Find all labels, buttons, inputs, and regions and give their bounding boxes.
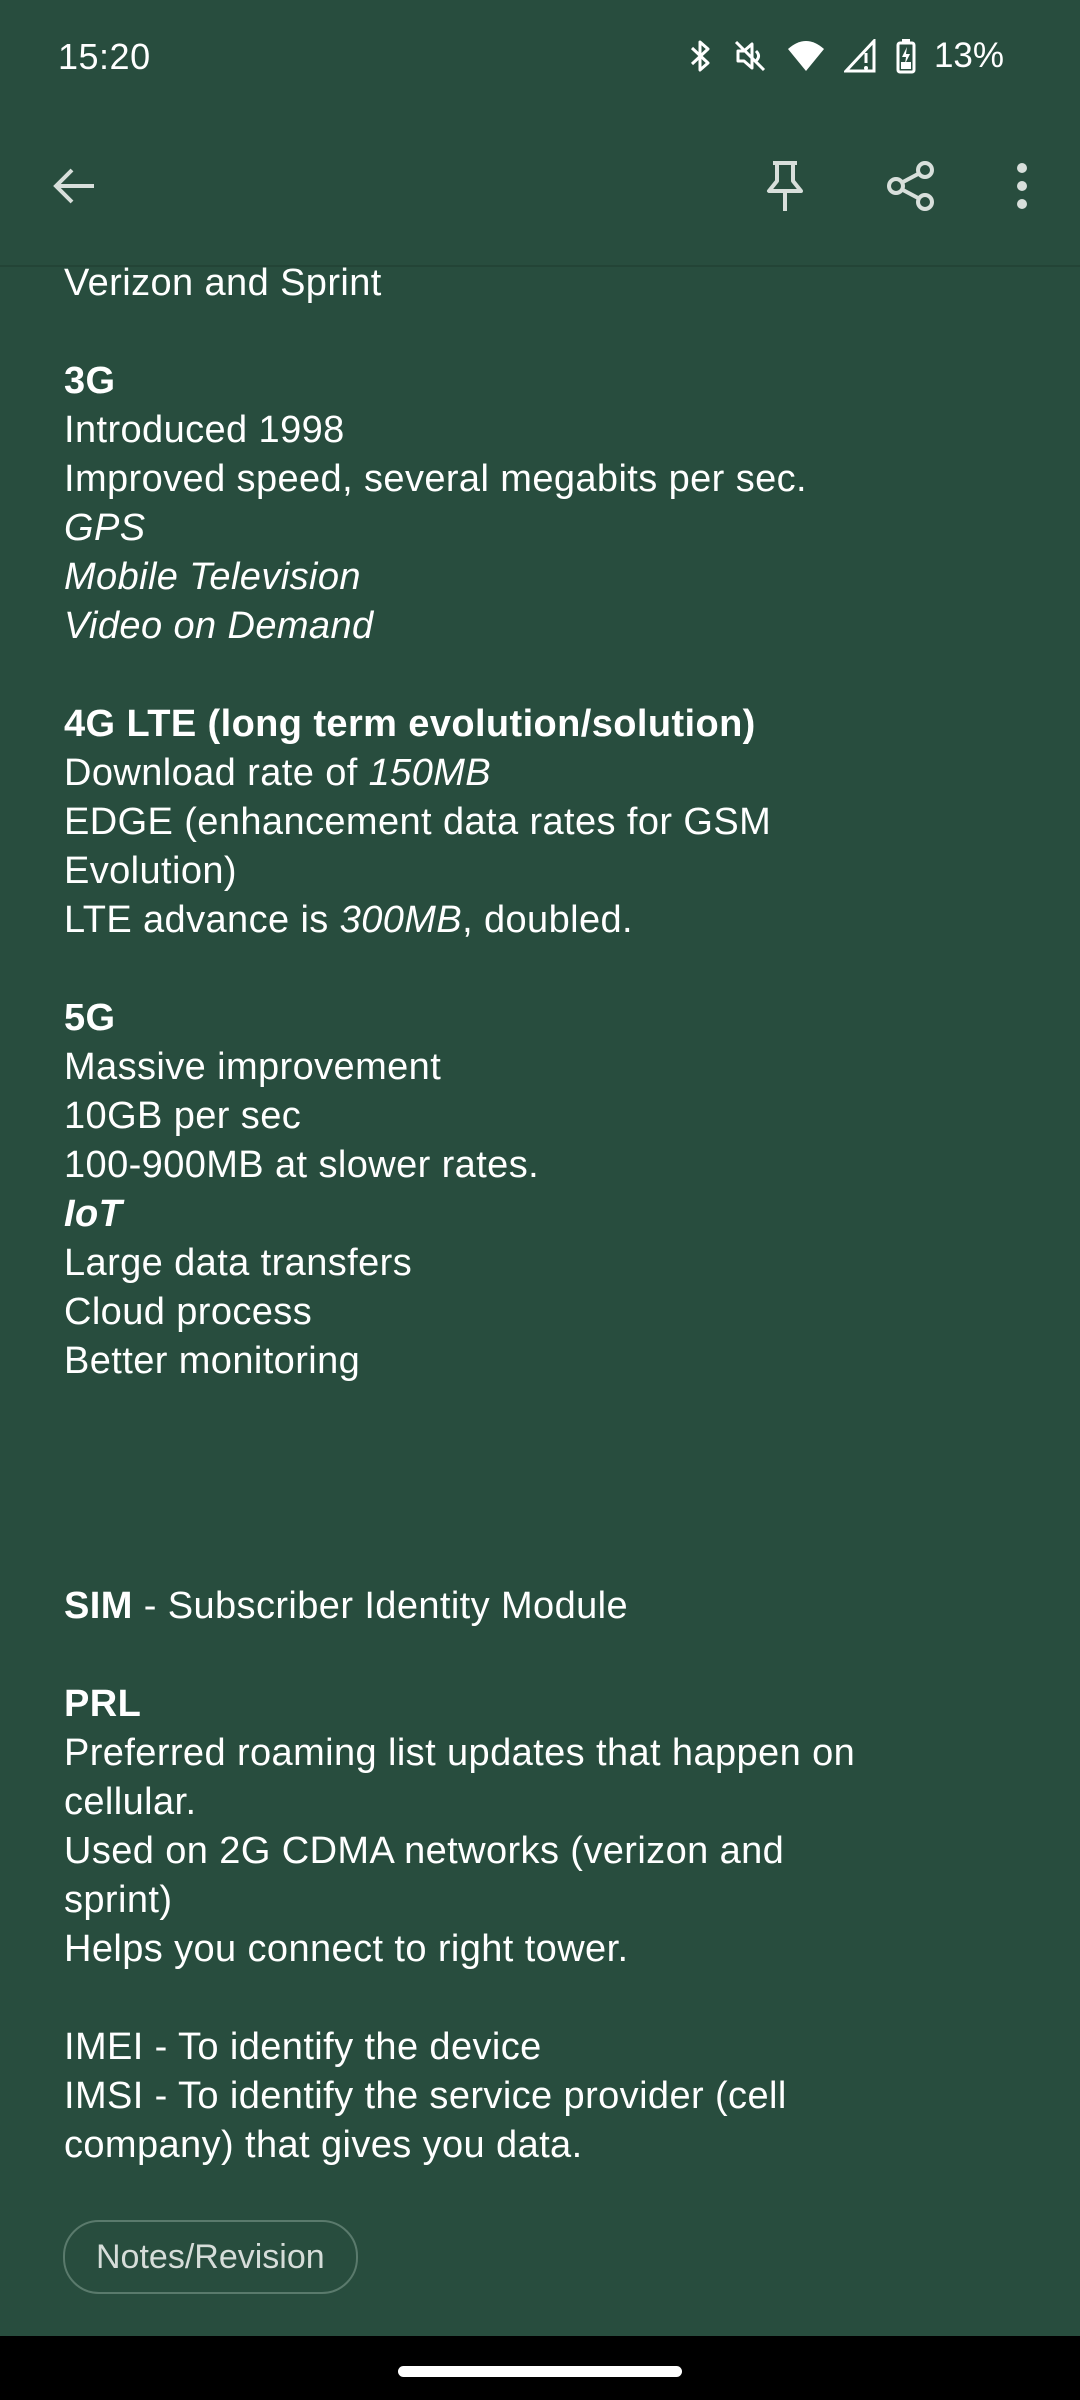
bluetooth-icon: [686, 38, 714, 74]
note-line: Better monitoring: [64, 1340, 361, 1382]
note-text-italic: 150MB: [368, 752, 492, 794]
note-text-italic: 300MB: [339, 899, 463, 941]
note-line: GPS: [64, 507, 146, 549]
note-heading-prl: PRL: [64, 1683, 142, 1725]
note-line: Improved speed, several megabits per sec…: [64, 458, 807, 500]
note-line: Used on 2G CDMA networks (verizon and: [64, 1830, 785, 1872]
note-line: company) that gives you data.: [64, 2124, 583, 2166]
note-line: Verizon and Sprint: [64, 262, 382, 304]
note-line: cellular.: [64, 1781, 197, 1823]
status-icons: 13%: [686, 34, 1004, 78]
note-text: Download rate of: [64, 752, 369, 794]
note-line: 10GB per sec: [64, 1095, 302, 1137]
note-line: IMEI - To identify the device: [64, 2026, 542, 2068]
note-line: Preferred roaming list updates that happ…: [64, 1732, 856, 1774]
note-line: 100-900MB at slower rates.: [64, 1144, 540, 1186]
note-line: Large data transfers: [64, 1242, 413, 1284]
note-line: Download rate of 150MB: [64, 749, 1024, 798]
toolbar: [0, 110, 1080, 267]
home-gesture-handle[interactable]: [398, 2366, 682, 2377]
battery-percentage: 13%: [933, 36, 1004, 75]
note-line: Cloud process: [64, 1291, 313, 1333]
battery-charging-icon: [896, 38, 916, 74]
more-vertical-icon: [1015, 162, 1029, 215]
wifi-icon: [786, 39, 826, 73]
status-time: 15:20: [58, 36, 151, 77]
note-line: SIM - Subscriber Identity Module: [64, 1582, 1024, 1631]
signal-icon: [843, 39, 878, 73]
share-button[interactable]: [871, 148, 951, 228]
label-chip[interactable]: Notes/Revision: [63, 2220, 358, 2294]
note-content[interactable]: Verizon and Sprint 3G Introduced 1998 Im…: [64, 259, 1024, 2170]
note-line: Video on Demand: [64, 605, 374, 647]
note-heading-4g: 4G LTE (long term evolution/solution): [64, 703, 756, 745]
more-options-button[interactable]: [982, 148, 1062, 228]
navigation-bar: [0, 2336, 1080, 2400]
note-line: IMSI - To identify the service provider …: [64, 2075, 787, 2117]
note-text: , doubled.: [462, 899, 633, 941]
note-text: - Subscriber Identity Module: [132, 1585, 629, 1627]
note-line: Massive improvement: [64, 1046, 442, 1088]
note-line: sprint): [64, 1879, 173, 1921]
back-button[interactable]: [34, 148, 114, 228]
pin-button[interactable]: [745, 148, 825, 228]
note-text: LTE advance is: [64, 899, 340, 941]
status-bar: 15:20 13%: [0, 0, 1080, 110]
share-icon: [885, 160, 937, 217]
note-heading-iot: IoT: [64, 1193, 123, 1235]
note-line: Evolution): [64, 850, 237, 892]
note-line: EDGE (enhancement data rates for GSM: [64, 801, 772, 843]
note-line: Helps you connect to right tower.: [64, 1928, 629, 1970]
note-line: Mobile Television: [64, 556, 361, 598]
note-line: LTE advance is 300MB, doubled.: [64, 896, 1024, 945]
mute-icon: [732, 38, 768, 74]
note-line: Introduced 1998: [64, 409, 345, 451]
pin-icon: [763, 159, 807, 218]
note-heading-5g: 5G: [64, 997, 116, 1039]
back-arrow-icon: [50, 162, 98, 215]
note-heading-3g: 3G: [64, 360, 116, 402]
note-heading-sim: SIM: [64, 1585, 133, 1627]
